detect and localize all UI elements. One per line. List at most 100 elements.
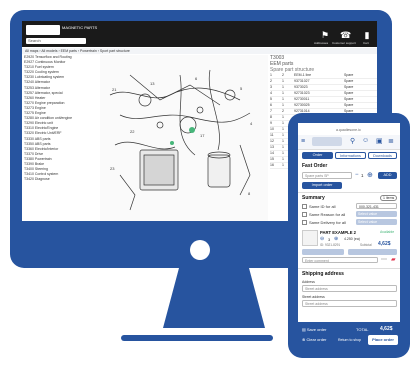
table-cell: 2 (282, 109, 284, 113)
part-quantity[interactable]: 3 (328, 237, 330, 242)
cart-label: Cart (363, 41, 369, 45)
clear-order-button[interactable]: ⊗ Clear order (302, 337, 326, 342)
part-subtotal: 4,62$ (378, 241, 391, 247)
monitor-base (121, 335, 273, 341)
part-reason-select[interactable] (302, 249, 344, 255)
total-value: 4,62$ (380, 326, 393, 332)
table-cell: 16 (270, 163, 274, 167)
part-increase-button[interactable]: ⊕ (334, 236, 338, 242)
table-cell: Spare (344, 97, 354, 101)
table-cell: 7 (270, 109, 272, 113)
tab-downloads[interactable]: Downloads (368, 152, 397, 159)
table-cell: Spare (344, 91, 354, 95)
fast-order-title: Fast Order (302, 163, 328, 169)
svg-text:23: 23 (110, 166, 115, 171)
same-id-checkbox[interactable] (302, 204, 307, 209)
tab-informations[interactable]: Informations (335, 152, 366, 159)
search-icon[interactable]: ⚲ (350, 137, 355, 145)
table-cell: 2 (282, 73, 284, 77)
decrease-quantity-button[interactable]: − (355, 172, 359, 178)
same-reason-checkbox[interactable] (302, 212, 307, 217)
address-label: Address (302, 280, 315, 284)
same-reason-label: Same Reason for all (309, 212, 346, 217)
filter-icon[interactable]: ≣ (388, 137, 394, 145)
table-cell: 2 (270, 79, 272, 83)
user-icon[interactable]: ☺ (362, 137, 369, 144)
table-cell: Spare (344, 103, 354, 107)
phone-header: ≡ ⚲ ☺ ▣ ≣ (298, 135, 400, 150)
add-button[interactable]: ADD (378, 172, 397, 179)
more-icon[interactable]: ⋯ (381, 256, 387, 263)
trash-icon[interactable]: ▰ (391, 256, 396, 263)
save-order-button[interactable]: ▤ Save order (302, 327, 326, 332)
power-button (190, 240, 210, 260)
table-cell: 6 (270, 103, 272, 107)
table-cell: 1 (282, 79, 284, 83)
svg-text:6: 6 (195, 76, 198, 81)
part-delivery-select[interactable] (348, 249, 397, 255)
menu-icon[interactable]: ≡ (301, 138, 305, 145)
fast-order-quantity[interactable]: 1 (361, 173, 364, 178)
svg-text:22: 22 (130, 129, 135, 134)
part-name[interactable]: PART EXAMPLE 2 (320, 230, 356, 235)
table-cell: 92730025 (294, 103, 310, 107)
addresses-icon[interactable]: ⚑ (320, 30, 330, 40)
monitor-stand (163, 268, 265, 328)
phone-icon[interactable]: ☎ (340, 30, 351, 40)
total-label: TOTAL (356, 327, 369, 332)
part-stock-status: Available (380, 230, 395, 234)
parts-tree: E2920 Tensorflow and Routing E2927 Contin… (24, 55, 98, 221)
table-cell: EEM-1 line (294, 73, 312, 77)
place-order-button[interactable]: Place order (368, 335, 398, 345)
url-bar[interactable]: a.quadiesone.io (336, 128, 361, 132)
increase-quantity-button[interactable]: ⊕ (367, 171, 373, 179)
exploded-diagram[interactable]: 21 13 6 5 22 17 4 23 8 (100, 55, 268, 221)
svg-text:17: 17 (200, 133, 205, 138)
same-delivery-select[interactable]: Select value (356, 219, 397, 225)
table-cell: 15 (270, 157, 274, 161)
table-cell: Spare (344, 85, 354, 89)
brand-logo[interactable] (312, 137, 342, 146)
tree-item[interactable]: T3420 Diagnose (24, 177, 98, 182)
svg-text:13: 13 (150, 81, 155, 86)
cart-icon[interactable]: ▣ (376, 137, 383, 145)
addresses-label: Addresses (314, 41, 329, 45)
brand-logo[interactable] (26, 25, 60, 35)
tab-order[interactable]: Order (302, 152, 333, 159)
clear-order-label: Clear order (306, 337, 327, 342)
customer-support-label: Customer support (332, 41, 356, 45)
table-cell: 1 (282, 91, 284, 95)
comment-input[interactable]: Enter comment (302, 257, 378, 263)
shipping-title: Shipping address (302, 271, 344, 277)
breadcrumb[interactable]: All maps › All models › EEM parts › Powe… (22, 48, 377, 54)
search-input[interactable]: Search (26, 38, 86, 44)
address-input[interactable]: Street address (302, 285, 397, 292)
order-footer: ▤ Save order ⊗ Clear order TOTAL 4,62$ R… (298, 322, 400, 351)
cart-icon[interactable]: ▮ (362, 30, 372, 40)
same-id-input[interactable]: 000-321-431 (356, 203, 397, 209)
street-label: Street address (302, 295, 325, 299)
table-cell: 92731023 (294, 91, 310, 95)
table-cell: 13 (270, 145, 274, 149)
part-subtotal-label: Subtotal (360, 243, 372, 247)
svg-text:8: 8 (248, 191, 251, 196)
table-cell: Spare (344, 73, 354, 77)
table-cell: 93731027 (294, 79, 310, 83)
same-reason-select[interactable]: Select value (356, 211, 397, 217)
table-cell: 3 (270, 85, 272, 89)
street-input[interactable]: Street address (302, 300, 397, 307)
table-cell: 1 (270, 73, 272, 77)
part-id: ID: 9321-8291 (320, 243, 341, 247)
same-delivery-checkbox[interactable] (302, 220, 307, 225)
table-cell: Spare (344, 79, 354, 83)
import-order-button[interactable]: Import order (302, 182, 342, 189)
part-thumbnail (302, 230, 318, 246)
svg-text:21: 21 (112, 87, 117, 92)
part-decrease-button[interactable]: ⊖ (320, 236, 324, 242)
svg-text:4: 4 (250, 121, 253, 126)
table-cell: 1 (282, 97, 284, 101)
fast-order-input[interactable]: Spare parts SP (302, 172, 352, 179)
return-to-shop-link[interactable]: Return to shop (338, 338, 361, 342)
summary-title: Summary (302, 195, 325, 201)
table-cell: 1 (282, 103, 284, 107)
